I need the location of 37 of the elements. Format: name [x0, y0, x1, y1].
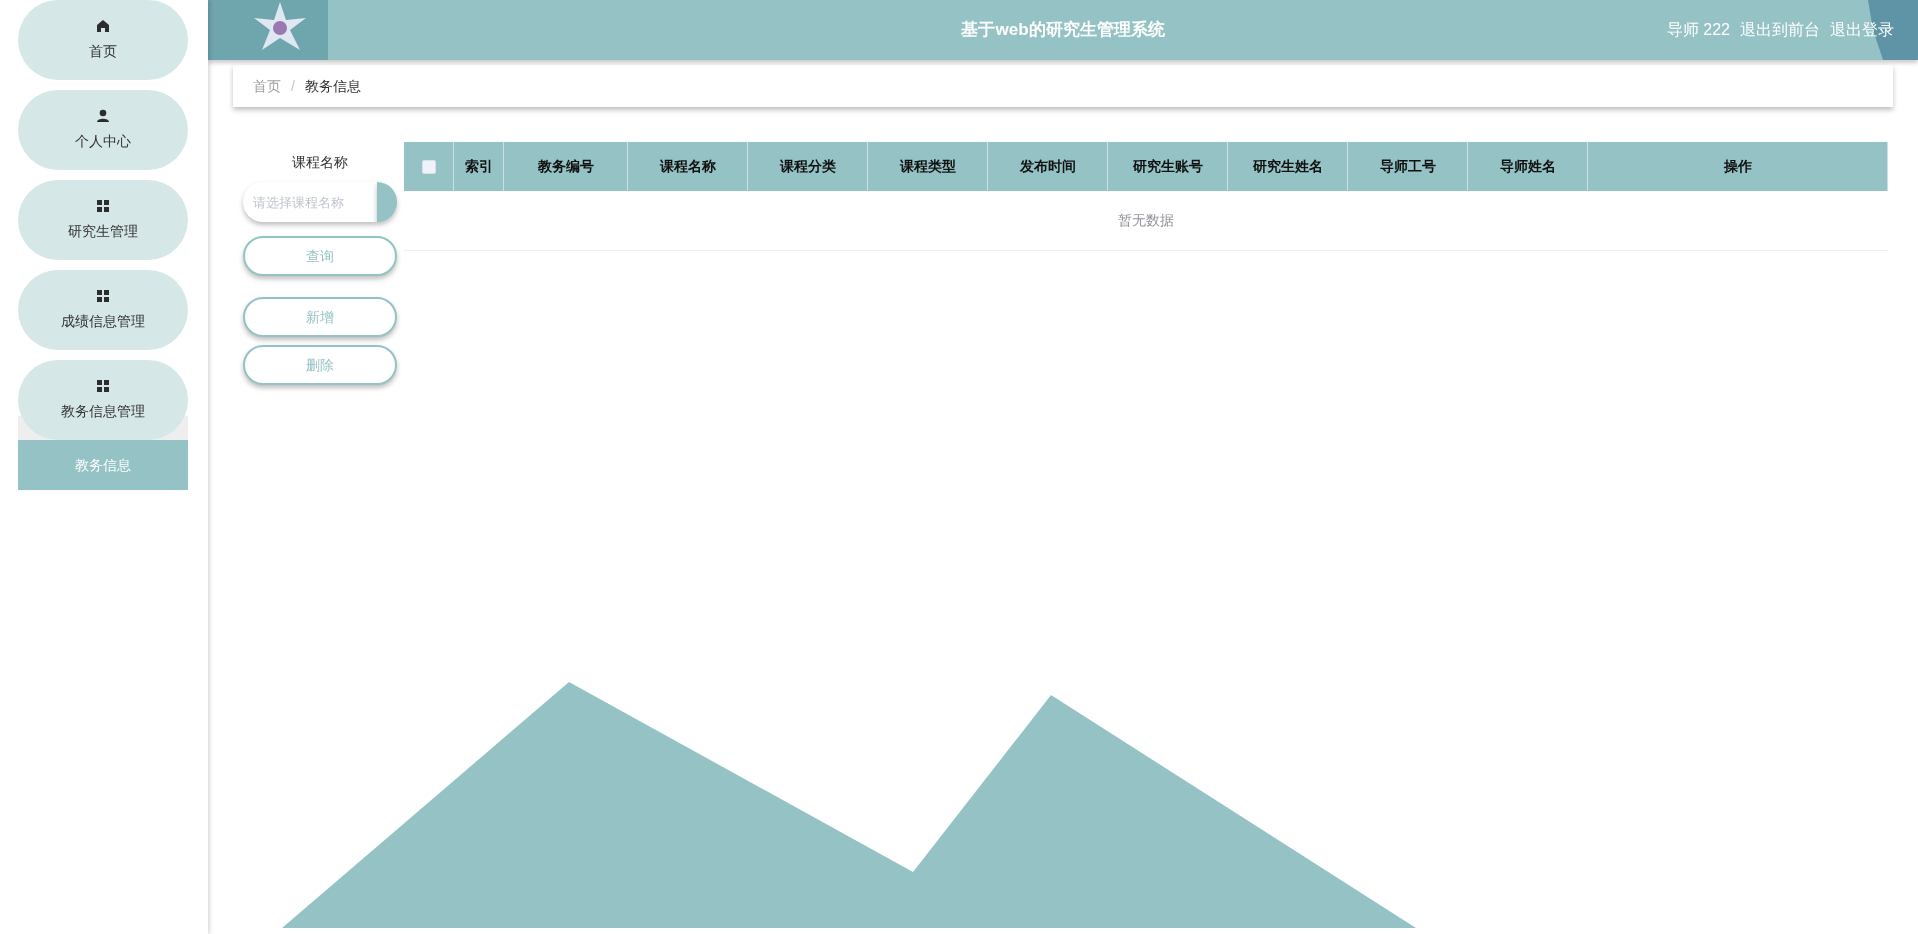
breadcrumb-item[interactable]: 首页 [253, 75, 281, 97]
column-header: 导师工号 [1348, 142, 1468, 191]
user-name: 导师 222 [1666, 20, 1730, 40]
column-header: 发布时间 [988, 142, 1108, 191]
sidebar-item[interactable]: 教务信息管理 [18, 360, 188, 440]
user-icon [96, 108, 110, 123]
header-link[interactable]: 退出到前台 [1740, 18, 1820, 42]
home-icon [96, 18, 110, 33]
column-header: 教务编号 [504, 142, 628, 191]
dropdown-handle[interactable] [377, 182, 397, 222]
sidebar-item[interactable]: 个人中心 [18, 90, 188, 170]
sidebar-item[interactable]: 成绩信息管理 [18, 270, 188, 350]
grid-icon [96, 378, 110, 393]
sidebar-item[interactable]: 首页 [18, 0, 188, 80]
column-header: 课程分类 [748, 142, 868, 191]
empty-message: 暂无数据 [1118, 211, 1174, 230]
column-header: 课程名称 [628, 142, 748, 191]
app-title: 基于web的研究生管理系统 [961, 19, 1165, 42]
grid-icon [96, 198, 110, 213]
column-header: 课程类型 [868, 142, 988, 191]
breadcrumb-separator: / [291, 76, 295, 96]
column-header: 研究生账号 [1108, 142, 1228, 191]
column-header: 导师姓名 [1468, 142, 1588, 191]
action-button[interactable]: 删除 [243, 345, 397, 385]
column-header: 索引 [454, 142, 504, 191]
grid-icon [96, 288, 110, 303]
action-button[interactable]: 新增 [243, 297, 397, 337]
submenu-item[interactable]: 教务信息 [18, 440, 188, 490]
sidebar-item[interactable]: 研究生管理 [18, 180, 188, 260]
column-header: 操作 [1588, 142, 1888, 191]
column-header: 研究生姓名 [1228, 142, 1348, 191]
header-link[interactable]: 退出登录 [1830, 18, 1894, 42]
select-all-checkbox[interactable] [421, 159, 436, 174]
filter-label: 课程名称 [292, 153, 348, 172]
action-button[interactable]: 查询 [243, 236, 397, 276]
breadcrumb-item: 教务信息 [304, 76, 361, 96]
course-select[interactable]: 请选择课程名称 [243, 182, 377, 222]
